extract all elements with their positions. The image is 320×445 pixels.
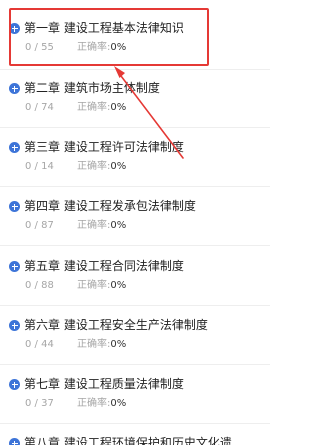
question-count: 0 / 37	[25, 398, 54, 409]
accuracy-value: 0%	[110, 161, 127, 172]
divider	[0, 245, 270, 246]
chapter-title: 第二章 建筑市场主体制度	[24, 81, 160, 95]
divider	[0, 69, 270, 70]
accuracy-value: 0%	[110, 102, 127, 113]
accuracy-value: 0%	[110, 339, 127, 350]
chapter-item-2[interactable]: 第二章 建筑市场主体制度 0 / 74 正确率:0%	[0, 79, 270, 137]
accuracy-label: 正确率:	[77, 220, 111, 231]
divider	[0, 127, 270, 128]
accuracy-value: 0%	[110, 398, 127, 409]
accuracy-rate: 正确率:0%	[77, 279, 126, 293]
plus-circle-icon[interactable]	[9, 201, 20, 212]
accuracy-label: 正确率:	[77, 161, 111, 172]
chapter-title: 第三章 建设工程许可法律制度	[24, 140, 184, 154]
chapter-list-page: 第一章 建设工程基本法律知识 0 / 55 正确率:0% 第二章 建筑市场主体制…	[0, 0, 270, 445]
question-count: 0 / 87	[25, 220, 54, 231]
accuracy-value: 0%	[110, 280, 127, 291]
chapter-title: 第八章 建设工程环境保护和历史文化遗	[24, 436, 232, 445]
divider	[0, 423, 270, 424]
plus-circle-icon[interactable]	[9, 438, 20, 445]
chapter-title: 第五章 建设工程合同法律制度	[24, 259, 184, 273]
question-count: 0 / 88	[25, 280, 54, 291]
accuracy-rate: 正确率:0%	[77, 397, 126, 411]
accuracy-rate: 正确率:0%	[77, 101, 126, 115]
divider	[0, 364, 270, 365]
accuracy-label: 正确率:	[77, 280, 111, 291]
chapter-item-8[interactable]: 第八章 建设工程环境保护和历史文化遗	[0, 434, 270, 445]
divider	[0, 186, 270, 187]
accuracy-label: 正确率:	[77, 102, 111, 113]
plus-circle-icon[interactable]	[9, 261, 20, 272]
accuracy-label: 正确率:	[77, 339, 111, 350]
question-count: 0 / 74	[25, 102, 54, 113]
chapter-title: 第六章 建设工程安全生产法律制度	[24, 318, 208, 332]
chapter-item-7[interactable]: 第七章 建设工程质量法律制度 0 / 37 正确率:0%	[0, 375, 270, 433]
chapter-item-3[interactable]: 第三章 建设工程许可法律制度 0 / 14 正确率:0%	[0, 138, 270, 196]
plus-circle-icon[interactable]	[9, 320, 20, 331]
accuracy-value: 0%	[110, 220, 127, 231]
accuracy-rate: 正确率:0%	[77, 219, 126, 233]
chapter-title: 第七章 建设工程质量法律制度	[24, 377, 184, 391]
chapter-item-4[interactable]: 第四章 建设工程发承包法律制度 0 / 87 正确率:0%	[0, 197, 270, 255]
accuracy-rate: 正确率:0%	[77, 338, 126, 352]
chapter-item-5[interactable]: 第五章 建设工程合同法律制度 0 / 88 正确率:0%	[0, 257, 270, 315]
chapter-item-6[interactable]: 第六章 建设工程安全生产法律制度 0 / 44 正确率:0%	[0, 316, 270, 374]
divider	[0, 305, 270, 306]
chapter-title: 第四章 建设工程发承包法律制度	[24, 199, 196, 213]
plus-circle-icon[interactable]	[9, 379, 20, 390]
accuracy-label: 正确率:	[77, 398, 111, 409]
accuracy-rate: 正确率:0%	[77, 160, 126, 174]
question-count: 0 / 14	[25, 161, 54, 172]
question-count: 0 / 44	[25, 339, 54, 350]
highlight-box	[9, 8, 209, 66]
plus-circle-icon[interactable]	[9, 83, 20, 94]
plus-circle-icon[interactable]	[9, 142, 20, 153]
